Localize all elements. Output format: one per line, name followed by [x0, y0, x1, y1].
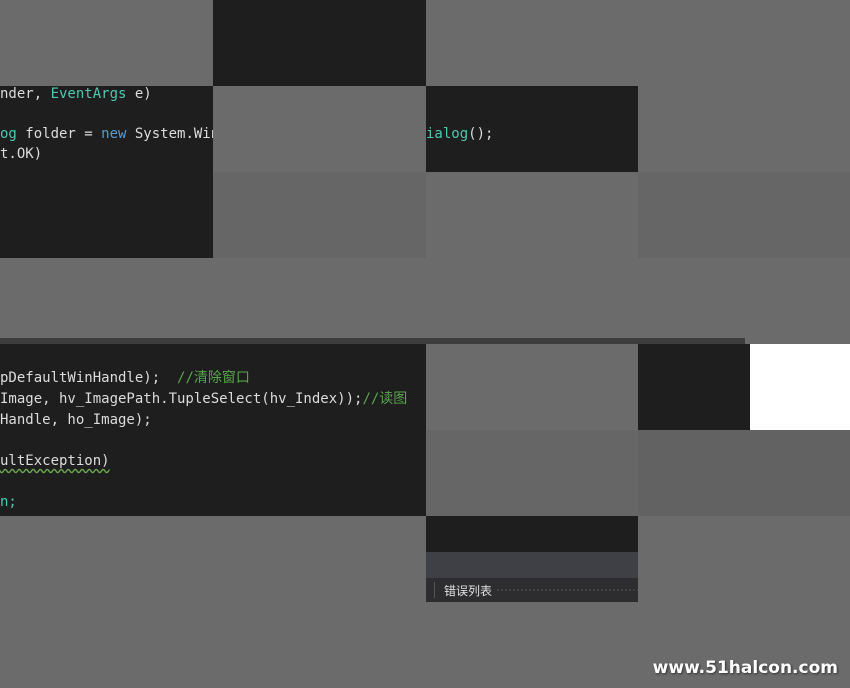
masked-region	[426, 172, 638, 258]
code-line: og folder = new System.Win	[0, 124, 213, 144]
masked-region	[638, 172, 850, 258]
masked-region	[0, 516, 426, 688]
tab-error-list[interactable]: 错误列表	[444, 582, 492, 599]
code-type: EventArgs	[50, 86, 127, 102]
masked-region	[213, 86, 426, 172]
editor-fragment	[638, 344, 750, 430]
masked-region	[426, 602, 638, 688]
code-line: t.OK)	[0, 144, 42, 164]
code-line: nder, EventArgs e)	[0, 84, 152, 104]
code-keyword: new	[101, 126, 127, 142]
masked-region	[426, 430, 638, 516]
masked-region	[426, 0, 850, 86]
editor-fragment	[213, 0, 426, 86]
tab-separator	[434, 582, 435, 598]
code-type: og	[0, 126, 17, 142]
editor-fragment	[426, 516, 638, 552]
tab-bar-grip	[496, 589, 638, 591]
code-text: ();	[468, 126, 494, 142]
masked-region	[426, 344, 638, 430]
code-comment: //清除窗口	[177, 370, 250, 386]
panel-header-strip	[426, 552, 638, 578]
code-line: ultException)	[0, 451, 110, 471]
code-text: folder =	[16, 126, 102, 142]
code-editor-fragment[interactable]	[0, 86, 213, 258]
code-text: pDefaultWinHandle);	[0, 370, 178, 386]
code-text: n;	[0, 494, 17, 510]
code-comment: //读图	[362, 391, 408, 407]
code-type: ialog	[426, 126, 469, 142]
code-text: nder,	[0, 86, 51, 102]
masked-region	[0, 0, 213, 86]
code-text: System.Win	[126, 126, 213, 142]
white-fragment	[750, 344, 850, 430]
code-text: Image, hv_ImagePath.TupleSelect(hv_Index…	[0, 391, 363, 407]
code-line: Image, hv_ImagePath.TupleSelect(hv_Index…	[0, 389, 407, 409]
bottom-panel-tabs: 错误列表	[426, 578, 638, 602]
code-text: t.OK)	[0, 146, 43, 162]
masked-region	[0, 258, 850, 344]
masked-region	[638, 86, 850, 172]
code-line: n;	[0, 492, 17, 512]
code-text: e)	[126, 86, 152, 102]
masked-region	[638, 430, 850, 516]
code-line: Handle, ho_Image);	[0, 410, 152, 430]
watermark: www.51halcon.com	[652, 658, 838, 678]
code-text: Handle, ho_Image);	[0, 412, 152, 428]
code-line: pDefaultWinHandle); //清除窗口	[0, 368, 250, 388]
masked-region	[213, 172, 426, 258]
code-text: ultException)	[0, 453, 110, 469]
code-line: ialog();	[426, 124, 493, 144]
